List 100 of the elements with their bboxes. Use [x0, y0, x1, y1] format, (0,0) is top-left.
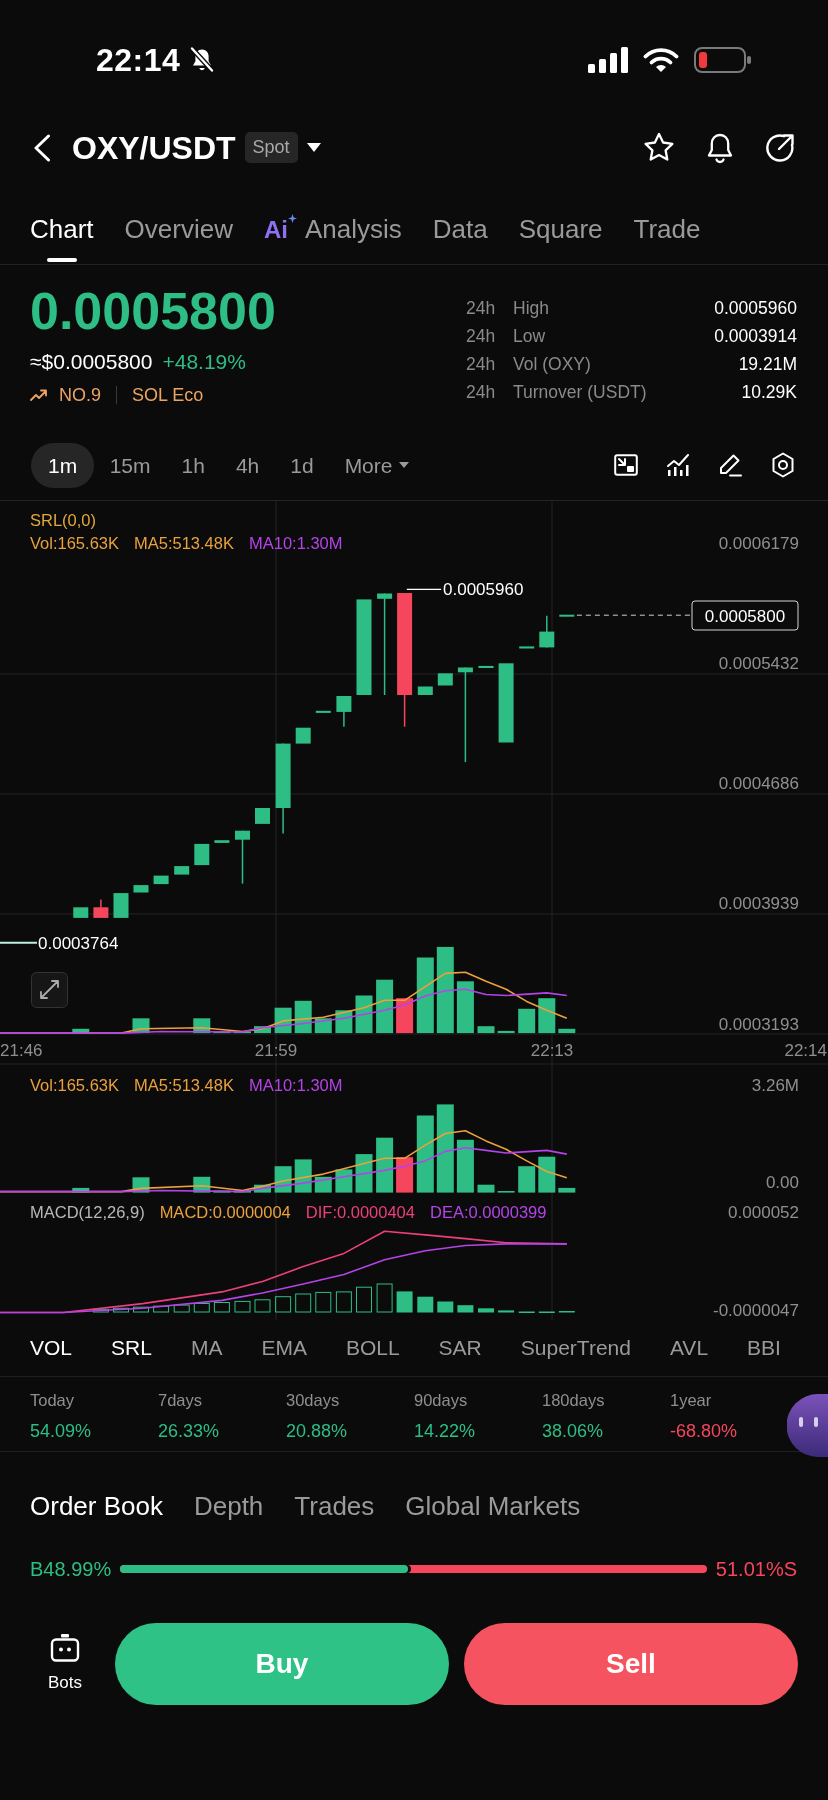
bell-icon[interactable] [705, 131, 735, 164]
indicator-label: SRL(0,0) [30, 511, 97, 529]
axis-label: 3.26M [751, 1076, 799, 1095]
timeframe-tab[interactable]: 15m [94, 442, 167, 488]
return-value: 38.06% [542, 1420, 605, 1443]
return-value: 14.22% [414, 1420, 477, 1443]
tab[interactable]: Trade [633, 195, 701, 264]
time-label: 22:14 [784, 1041, 827, 1060]
market-badge: Spot [244, 131, 298, 164]
ecosystem-tag[interactable]: SOL Eco [132, 382, 204, 408]
volume-bar [558, 1028, 576, 1034]
stat-value: 10.29K [741, 380, 797, 404]
tab[interactable]: Chart [30, 195, 94, 264]
candle [93, 898, 109, 919]
indicator-tab[interactable]: BBI [747, 1332, 781, 1364]
axis-label: -0.0000047 [712, 1301, 799, 1320]
time-label: 21:59 [254, 1041, 298, 1060]
macd-bar [193, 1303, 210, 1313]
stat-period: 24h [466, 352, 497, 376]
tab[interactable]: Data [432, 195, 488, 264]
macd-bar [478, 1308, 494, 1313]
clock-time: 22:14 [96, 44, 181, 76]
assistant-bubble-icon[interactable] [787, 1394, 828, 1457]
bots-button[interactable]: Bots [35, 1623, 95, 1705]
indicator-chart-icon[interactable] [667, 454, 689, 476]
stat-label: Turnover (USDT) [513, 380, 648, 404]
timeframe-tab[interactable]: 1h [166, 442, 221, 488]
caret-icon[interactable] [306, 143, 321, 152]
volume-bar [558, 1187, 576, 1193]
volume-bar [477, 1184, 495, 1193]
high-price-label: 0.0005960 [443, 580, 524, 600]
signal-icon [588, 47, 628, 73]
macd-bar [457, 1305, 474, 1313]
indicator-tab[interactable]: SAR [438, 1332, 482, 1364]
stat-period: 24h [466, 380, 497, 404]
tab[interactable]: Overview [124, 195, 233, 264]
indicator-tab[interactable]: AVL [669, 1332, 709, 1364]
timeframe-tab[interactable]: 4h [220, 442, 275, 488]
macd-bar [133, 1306, 149, 1313]
timeframe-tab[interactable]: 1d [274, 442, 330, 488]
book-tab[interactable]: Depth [193, 1491, 264, 1521]
star-icon[interactable] [643, 132, 675, 163]
candle [214, 840, 230, 843]
book-tab[interactable]: Global Markets [405, 1491, 581, 1521]
candle [417, 686, 433, 695]
axis-label: 0.0006179 [718, 534, 799, 553]
indicator-tab[interactable]: SRL [111, 1332, 152, 1364]
axis-label: 0.0005432 [718, 654, 799, 673]
tab[interactable]: Ai Analysis [263, 195, 402, 264]
volume-bar [355, 1154, 373, 1193]
legend-text: MA5:513.48K [134, 534, 234, 552]
macd-bar [275, 1296, 292, 1313]
return-value: 54.09% [30, 1420, 93, 1443]
candle [194, 843, 210, 866]
volume-bar [234, 1190, 251, 1193]
candle [255, 808, 270, 824]
rank-tag[interactable]: NO.9 [59, 382, 101, 408]
candle [153, 875, 169, 885]
legend-text: MA10:1.30M [249, 1076, 343, 1094]
trend-up-icon [30, 389, 48, 401]
candle [295, 727, 311, 744]
legend-text: MACD(12,26,9) [30, 1203, 145, 1221]
volume-bar [376, 979, 394, 1034]
stat-label: Low [513, 324, 547, 348]
share-icon[interactable] [765, 132, 795, 163]
macd-bar [315, 1291, 332, 1313]
book-tab[interactable]: Trades [294, 1491, 375, 1521]
pencil-icon[interactable] [718, 453, 742, 477]
indicator-tab[interactable]: VOL [30, 1332, 73, 1364]
macd-bar [356, 1286, 372, 1313]
candle [478, 665, 494, 668]
volume-bar [477, 1026, 495, 1034]
macd-bar [173, 1304, 190, 1313]
more-dropdown[interactable]: More [329, 442, 425, 488]
legend-text: Vol:165.63K [30, 1076, 119, 1094]
back-icon[interactable] [33, 133, 51, 162]
volume-bar [518, 1008, 536, 1034]
volume-bar [376, 1137, 394, 1193]
expand-icon[interactable] [31, 972, 68, 1008]
indicator-tab[interactable]: BOLL [345, 1332, 400, 1364]
time-label: 21:46 [0, 1041, 43, 1060]
legend-text: DIF:0.0000404 [305, 1203, 415, 1221]
indicator-tab[interactable]: EMA [261, 1332, 307, 1364]
book-tab[interactable]: Order Book [30, 1491, 163, 1521]
macd-bar [396, 1291, 413, 1313]
settings-icon[interactable] [771, 452, 795, 478]
axis-label: 0.00 [765, 1173, 799, 1192]
macd-bar [295, 1293, 312, 1313]
indicator-tab[interactable]: SuperTrend [520, 1332, 631, 1364]
buy-ratio-label: B48.99% [30, 1556, 112, 1582]
return-period: 180days [542, 1390, 606, 1411]
macd-bar [417, 1296, 434, 1313]
candle [336, 695, 352, 728]
macd-bar [113, 1307, 129, 1313]
indicator-tab[interactable]: MA [190, 1332, 223, 1364]
volume-bar [355, 995, 373, 1034]
tab[interactable]: Square [518, 195, 603, 264]
timeframe-tab[interactable]: 1m [31, 442, 95, 488]
pair-title[interactable]: OXY/USDT [72, 131, 236, 164]
low-price-label: 0.0003764 [38, 933, 119, 953]
